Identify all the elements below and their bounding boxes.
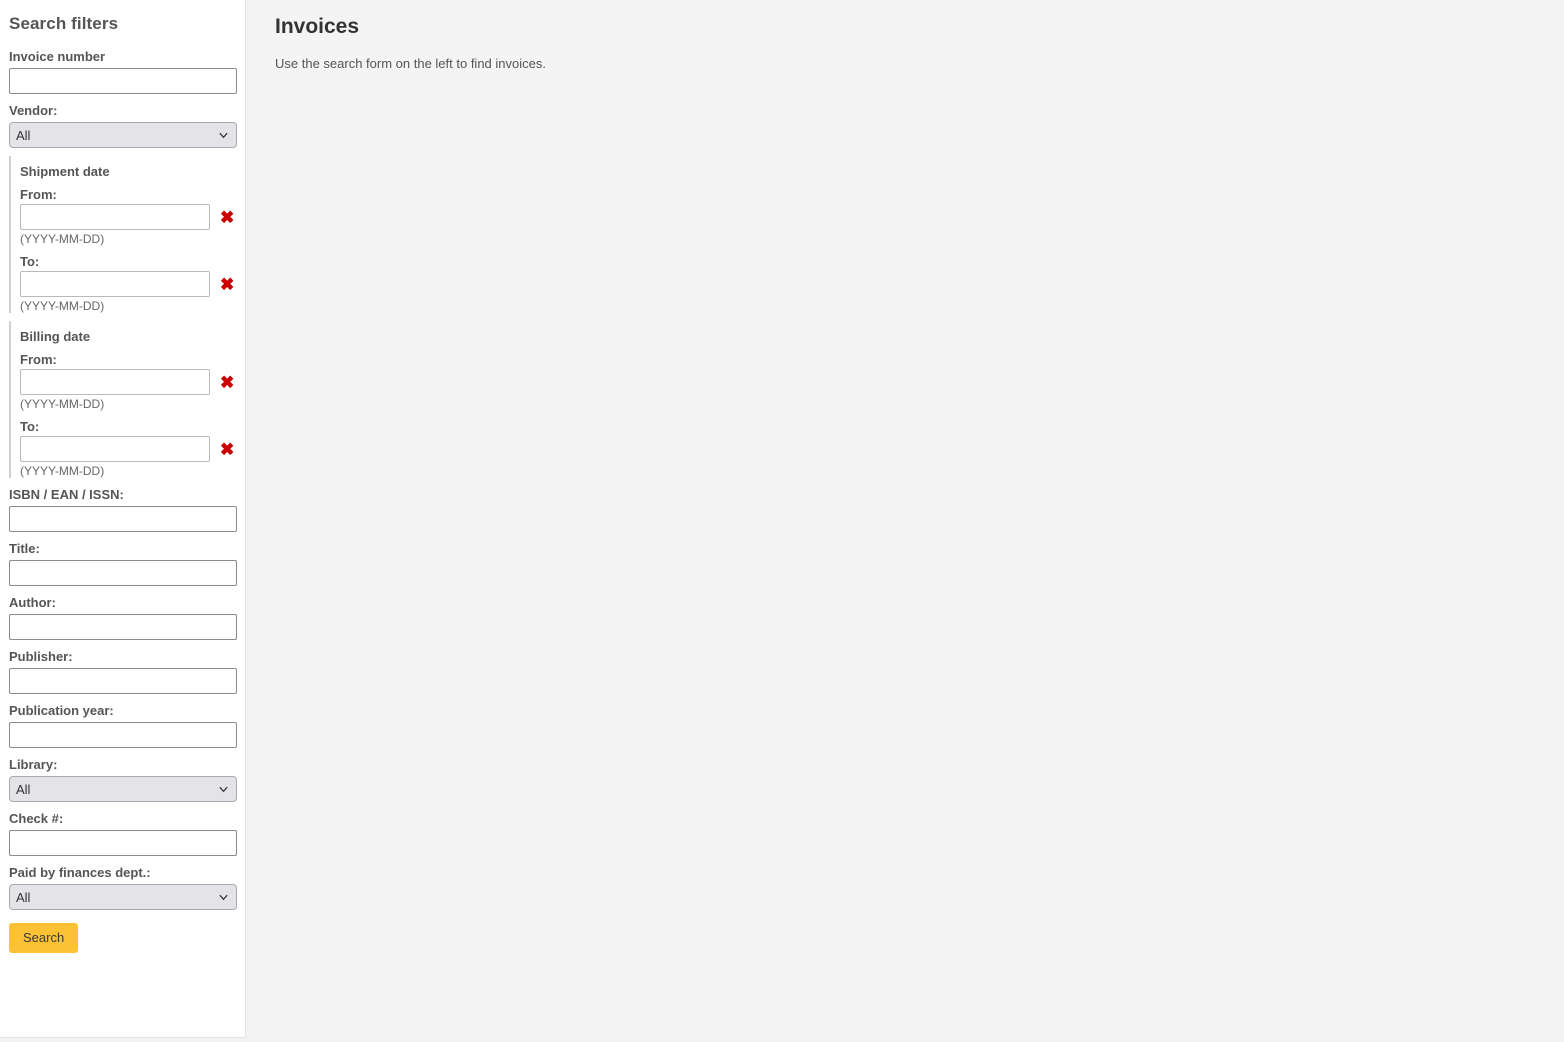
shipment-date-fieldset: Shipment date From: ✖ (YYYY-MM-DD) To: ✖… bbox=[9, 156, 236, 313]
vendor-select[interactable]: All bbox=[9, 122, 237, 148]
isbn-input[interactable] bbox=[9, 506, 237, 532]
publication-year-label: Publication year: bbox=[9, 703, 114, 718]
page-root: Search filters Invoice number Vendor: Al… bbox=[0, 0, 1564, 1042]
search-button[interactable]: Search bbox=[9, 923, 79, 953]
billing-from-row: ✖ bbox=[20, 369, 236, 395]
invoice-number-label: Invoice number bbox=[9, 49, 106, 64]
author-input[interactable] bbox=[9, 614, 237, 640]
main-content: Invoices Use the search form on the left… bbox=[246, 0, 1564, 1042]
shipment-to-row: ✖ bbox=[20, 271, 236, 297]
page-subtitle: Use the search form on the left to find … bbox=[275, 56, 546, 71]
billing-to-hint: (YYYY-MM-DD) bbox=[20, 464, 105, 478]
publisher-label: Publisher: bbox=[9, 649, 73, 664]
shipment-from-row: ✖ bbox=[20, 204, 236, 230]
billing-date-from-input[interactable] bbox=[20, 369, 210, 395]
shipment-date-title: Shipment date bbox=[20, 164, 110, 179]
paid-by-finances-select-wrap[interactable]: All bbox=[9, 884, 237, 910]
check-number-input[interactable] bbox=[9, 830, 237, 856]
search-filters-sidebar: Search filters Invoice number Vendor: Al… bbox=[0, 0, 246, 1038]
panel-title: Search filters bbox=[9, 14, 119, 33]
billing-date-title: Billing date bbox=[20, 329, 91, 344]
invoice-number-input[interactable] bbox=[9, 68, 237, 94]
shipment-from-clear-icon[interactable]: ✖ bbox=[220, 209, 234, 226]
shipment-date-from-input[interactable] bbox=[20, 204, 210, 230]
shipment-to-hint: (YYYY-MM-DD) bbox=[20, 299, 105, 313]
page-title: Invoices bbox=[275, 15, 360, 38]
billing-to-row: ✖ bbox=[20, 436, 236, 462]
library-select[interactable]: All bbox=[9, 776, 237, 802]
check-number-label: Check #: bbox=[9, 811, 64, 826]
billing-to-clear-icon[interactable]: ✖ bbox=[220, 441, 234, 458]
shipment-from-label: From: bbox=[20, 187, 57, 202]
vendor-select-wrap[interactable]: All bbox=[9, 122, 237, 148]
billing-to-label: To: bbox=[20, 419, 40, 434]
paid-by-finances-select[interactable]: All bbox=[9, 884, 237, 910]
title-label: Title: bbox=[9, 541, 40, 556]
publication-year-input[interactable] bbox=[9, 722, 237, 748]
billing-date-fieldset: Billing date From: ✖ (YYYY-MM-DD) To: ✖ … bbox=[9, 321, 236, 478]
title-input[interactable] bbox=[9, 560, 237, 586]
paid-by-finances-label: Paid by finances dept.: bbox=[9, 865, 151, 880]
shipment-to-clear-icon[interactable]: ✖ bbox=[220, 276, 234, 293]
publisher-input[interactable] bbox=[9, 668, 237, 694]
library-select-wrap[interactable]: All bbox=[9, 776, 237, 802]
billing-from-label: From: bbox=[20, 352, 57, 367]
shipment-to-label: To: bbox=[20, 254, 40, 269]
author-label: Author: bbox=[9, 595, 56, 610]
billing-from-clear-icon[interactable]: ✖ bbox=[220, 374, 234, 391]
shipment-from-hint: (YYYY-MM-DD) bbox=[20, 232, 105, 246]
vendor-label: Vendor: bbox=[9, 103, 58, 118]
shipment-date-to-input[interactable] bbox=[20, 271, 210, 297]
isbn-label: ISBN / EAN / ISSN: bbox=[9, 487, 124, 502]
billing-from-hint: (YYYY-MM-DD) bbox=[20, 397, 105, 411]
library-label: Library: bbox=[9, 757, 58, 772]
billing-date-to-input[interactable] bbox=[20, 436, 210, 462]
